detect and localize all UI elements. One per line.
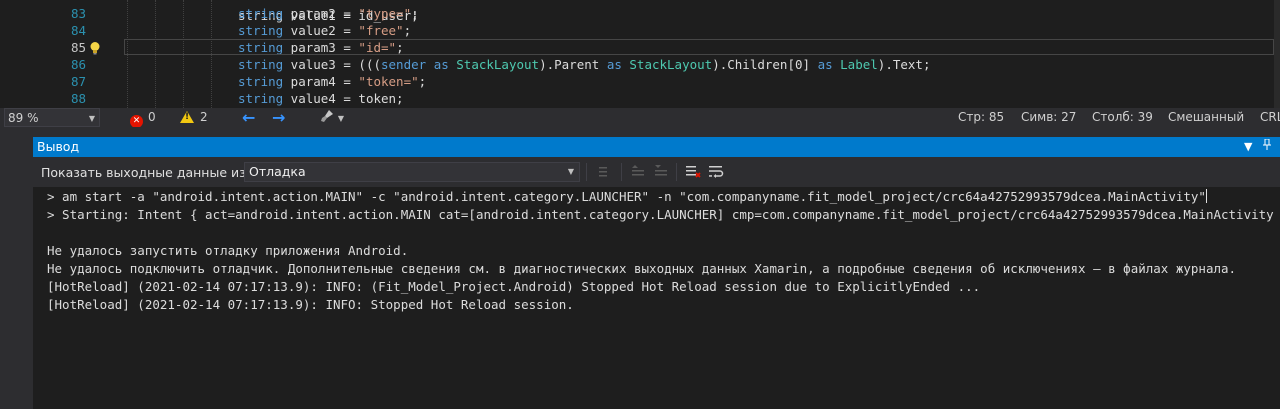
column-indicator[interactable]: Столб: 39 — [1092, 108, 1153, 127]
output-text-area[interactable]: > am start -a "android.intent.action.MAI… — [33, 187, 1280, 409]
toolbar-separator — [676, 163, 677, 181]
editor-status-bar: 89 % ▼ ✕0 2 ← → ▼ Стр: 85 Симв: 27 Столб… — [0, 108, 1280, 128]
output-line: [HotReload] (2021-02-14 07:17:13.9): INF… — [47, 279, 981, 294]
show-output-from-label: Показать выходные данные из: — [41, 165, 250, 180]
toolbar-separator — [586, 163, 587, 181]
warnings-count: 2 — [200, 110, 208, 124]
line-number: 87 — [70, 74, 86, 89]
code-token: ; — [411, 6, 419, 21]
current-line-highlight — [124, 39, 1274, 55]
pin-icon[interactable] — [1262, 137, 1272, 157]
code-token: "type=" — [358, 6, 412, 21]
code-token: ; — [403, 23, 412, 38]
chevron-down-icon: ▼ — [567, 167, 574, 176]
line-number: 86 — [70, 57, 86, 72]
output-pane-title-bar[interactable]: Вывод ▼ — [33, 137, 1280, 157]
code-token: param2 = — [283, 6, 359, 21]
code-token: "free" — [358, 23, 404, 38]
char-indicator[interactable]: Симв: 27 — [1021, 108, 1076, 127]
output-line: Не удалось запустить отладку приложения … — [47, 243, 409, 258]
code-token: ; — [418, 74, 427, 89]
code-token: param4 = — [283, 74, 359, 89]
chevron-down-icon: ▼ — [337, 114, 344, 123]
code-token: "token=" — [358, 74, 419, 89]
brush-icon — [321, 110, 333, 122]
output-toolbar: Показать выходные данные из: Отладка ▼ — [33, 157, 1280, 187]
errors-count: 0 — [148, 110, 156, 124]
line-indicator[interactable]: Стр: 85 — [958, 108, 1004, 127]
text-caret — [1205, 189, 1207, 203]
code-token: string — [238, 23, 284, 38]
code-token: StackLayout — [456, 57, 540, 72]
toolbar-separator — [621, 163, 622, 181]
code-token: value3 = ((( — [283, 57, 381, 72]
line-number: 83 — [70, 6, 86, 21]
code-token: string — [238, 57, 284, 72]
find-message-in-code-icon[interactable] — [596, 164, 612, 180]
output-pane-title: Вывод — [37, 139, 80, 154]
navigate-back-arrow-icon[interactable]: ← — [242, 108, 255, 127]
warning-icon — [180, 111, 194, 123]
code-line[interactable]: 88 string value4 = token; — [0, 90, 1280, 107]
code-token: string — [238, 74, 284, 89]
code-token: value4 = token; — [283, 91, 404, 106]
code-token: ).Text; — [877, 57, 931, 72]
code-text: string param4 = "token="; — [238, 73, 426, 90]
output-line: [HotReload] (2021-02-14 07:17:13.9): INF… — [47, 297, 574, 312]
window-position-dropdown-icon[interactable]: ▼ — [1244, 137, 1252, 157]
chevron-down-icon: ▼ — [88, 114, 95, 123]
errors-indicator[interactable]: ✕ 0 — [130, 108, 156, 128]
code-line[interactable]: 84 string value2 = "free"; — [0, 22, 1280, 39]
code-text: string value4 = token; — [238, 90, 404, 107]
editor-vertical-scrollbar[interactable] — [1274, 0, 1280, 108]
go-to-previous-message-icon[interactable] — [630, 164, 646, 180]
lightbulb-icon[interactable] — [88, 41, 102, 55]
line-number: 84 — [70, 23, 86, 38]
code-token: ).Parent — [539, 57, 607, 72]
code-token: as — [433, 57, 449, 72]
clear-all-icon[interactable] — [685, 164, 701, 180]
code-text: string param2 = "type="; — [238, 5, 419, 22]
code-editor[interactable]: string value1 = id_user; 83 string param2… — [0, 0, 1280, 108]
code-cleanup-button[interactable]: ▼ — [320, 108, 352, 127]
code-text: string value2 = "free"; — [238, 22, 411, 39]
code-line[interactable]: 86 string value3 = (((sender as StackLayo… — [0, 56, 1280, 73]
zoom-dropdown[interactable]: 89 % ▼ — [4, 108, 100, 127]
line-number: 88 — [70, 91, 86, 106]
code-token: value2 = — [283, 23, 359, 38]
code-text: string value3 = (((sender as StackLayout… — [238, 56, 930, 73]
go-to-next-message-icon[interactable] — [653, 164, 669, 180]
encoding-indicator[interactable]: CRL — [1260, 108, 1280, 127]
zoom-value: 89 % — [8, 111, 39, 125]
navigate-forward-arrow-icon[interactable]: → — [272, 108, 285, 127]
code-token: as — [606, 57, 622, 72]
code-token: Label — [840, 57, 878, 72]
code-token: string — [238, 6, 284, 21]
line-endings-indicator[interactable]: Смешанный — [1168, 108, 1244, 127]
output-line: > am start -a "android.intent.action.MAI… — [47, 189, 1207, 204]
warnings-indicator[interactable]: 2 — [180, 108, 208, 127]
code-token: ).Children[0] — [712, 57, 818, 72]
code-line[interactable]: 83 string param2 = "type="; — [0, 5, 1280, 22]
code-token: StackLayout — [629, 57, 713, 72]
pane-splitter[interactable] — [0, 127, 1280, 137]
left-tool-strip — [0, 127, 33, 409]
line-number: 85 — [70, 40, 86, 55]
code-line[interactable]: 87 string param4 = "token="; — [0, 73, 1280, 90]
toggle-word-wrap-icon[interactable] — [708, 164, 724, 180]
output-source-dropdown[interactable]: Отладка ▼ — [244, 162, 580, 182]
output-source-value: Отладка — [249, 164, 306, 179]
code-token: string — [238, 91, 284, 106]
output-line: Не удалось подключить отладчик. Дополнит… — [47, 261, 1237, 276]
code-token: as — [817, 57, 833, 72]
code-token: sender — [381, 57, 427, 72]
output-line: > Starting: Intent { act=android.intent.… — [47, 207, 1280, 222]
